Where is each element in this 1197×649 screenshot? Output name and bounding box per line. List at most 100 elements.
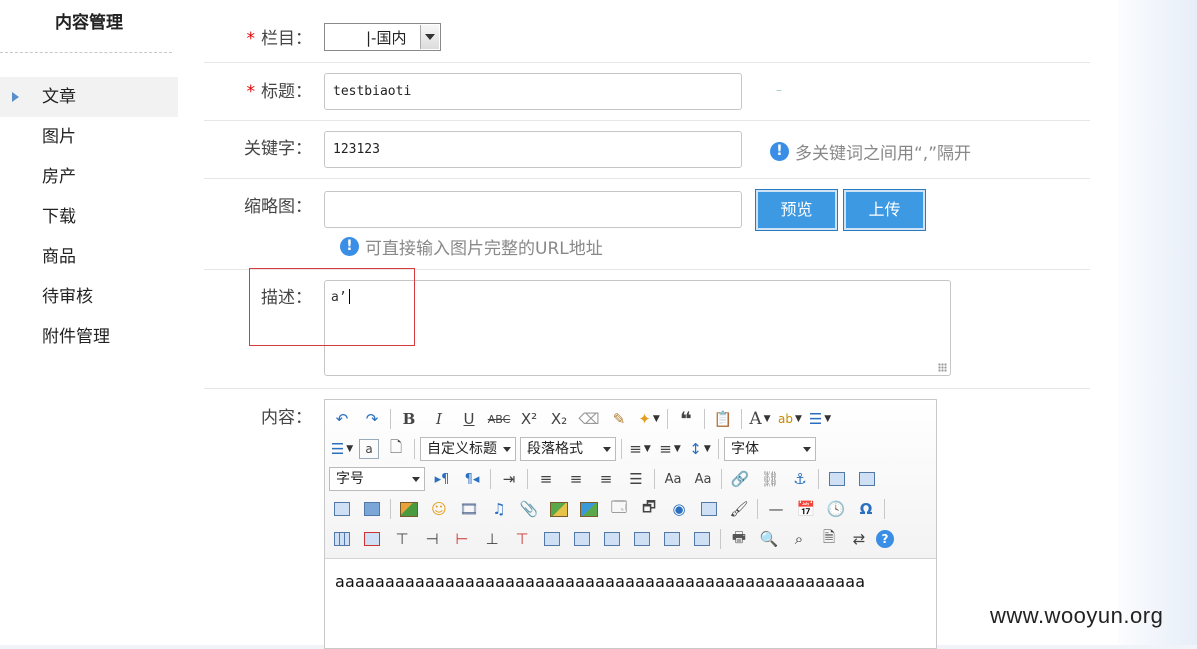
map-icon[interactable] — [546, 496, 572, 522]
rtl-direction-icon[interactable]: ¶◂ — [459, 466, 485, 492]
delete-col-icon[interactable]: ⊤ — [509, 526, 535, 552]
image-center-icon[interactable] — [329, 496, 355, 522]
gmap-icon[interactable] — [576, 496, 602, 522]
merge-cells-icon[interactable] — [539, 526, 565, 552]
sidebar-item-label: 图片 — [42, 127, 76, 147]
insert-image-icon[interactable] — [396, 496, 422, 522]
split-cells-icon[interactable] — [629, 526, 655, 552]
thumbnail-input[interactable] — [324, 191, 742, 228]
date-icon[interactable]: 📅 — [793, 496, 819, 522]
align-left-icon[interactable]: ≡ — [533, 466, 559, 492]
ltr-direction-icon[interactable]: ▸¶ — [429, 466, 455, 492]
new-document-icon[interactable]: 🗋 — [383, 436, 409, 462]
image-block-icon[interactable] — [359, 496, 385, 522]
insert-table-icon[interactable] — [329, 526, 355, 552]
keywords-label: 关键字： — [244, 139, 312, 159]
anchor-icon[interactable]: ⚓ — [787, 466, 813, 492]
sidebar-item-property[interactable]: 房产 — [0, 157, 178, 197]
align-justify-icon[interactable]: ☰ — [623, 466, 649, 492]
format-brush-icon[interactable]: ✎ — [606, 406, 632, 432]
insert-frame-icon[interactable]: 🗔 — [606, 496, 632, 522]
insert-row-icon[interactable]: ⊣ — [419, 526, 445, 552]
link-icon[interactable]: 🔗 — [727, 466, 753, 492]
unlink-icon[interactable]: ⛓ — [757, 466, 783, 492]
template-icon[interactable] — [696, 496, 722, 522]
eraser-icon[interactable]: ⌫ — [576, 406, 602, 432]
divider — [204, 178, 1090, 179]
help-icon[interactable]: ? — [876, 530, 894, 548]
font-color-icon[interactable]: A ▼ — [747, 406, 773, 432]
split-cols-icon[interactable] — [689, 526, 715, 552]
align-center-icon[interactable]: ≡ — [563, 466, 589, 492]
merge-down-icon[interactable] — [599, 526, 625, 552]
music-icon[interactable]: ♫ — [486, 496, 512, 522]
keywords-input[interactable] — [324, 131, 742, 168]
special-char-icon[interactable]: Ω — [853, 496, 879, 522]
insert-code-icon[interactable]: 🗗 — [636, 496, 662, 522]
editor-toolbar: ↶ ↷ B I U ABC X² X₂ ⌫ ✎ ✦ ▼ ❝ 📋 A ▼ ab ▼ ☰ ▼ — [325, 400, 936, 559]
preview-button[interactable]: 预览 — [755, 189, 838, 231]
print-icon[interactable]: 🖶 — [726, 526, 752, 552]
blockquote-icon[interactable]: ❝ — [673, 406, 699, 432]
text-direction-icon[interactable]: a — [359, 439, 379, 459]
image-right-icon[interactable] — [854, 466, 880, 492]
sidebar-item-product[interactable]: 商品 — [0, 237, 178, 277]
line-spacing-top-icon[interactable]: ≡ ▼ — [627, 436, 653, 462]
bold-icon[interactable]: B — [396, 406, 422, 432]
align-right-icon[interactable]: ≡ — [593, 466, 619, 492]
sidebar-item-image[interactable]: 图片 — [0, 117, 178, 157]
sidebar-item-article[interactable]: 文章 — [0, 77, 178, 117]
insert-paragraph-before-table-icon[interactable]: ⊤ — [389, 526, 415, 552]
line-height-icon[interactable]: ↕ ▼ — [687, 436, 713, 462]
scrawl-icon[interactable]: 🖌 — [726, 496, 752, 522]
emoticon-icon[interactable]: ☺ — [426, 496, 452, 522]
undo-icon[interactable]: ↶ — [329, 406, 355, 432]
image-left-icon[interactable] — [824, 466, 850, 492]
time-icon[interactable]: 🕓 — [823, 496, 849, 522]
split-rows-icon[interactable] — [659, 526, 685, 552]
page-break-icon[interactable]: ⇄ — [846, 526, 872, 552]
underline-icon[interactable]: U — [456, 406, 482, 432]
superscript-icon[interactable]: X² — [516, 406, 542, 432]
font-family-select[interactable]: 字体 — [724, 437, 816, 461]
delete-table-icon[interactable] — [359, 526, 385, 552]
italic-icon[interactable]: I — [426, 406, 452, 432]
redo-icon[interactable]: ↷ — [359, 406, 385, 432]
strikethrough-icon[interactable]: ABC — [486, 406, 512, 432]
merge-right-icon[interactable] — [569, 526, 595, 552]
preview-icon[interactable]: 🔍 — [756, 526, 782, 552]
sidebar-item-pending[interactable]: 待审核 — [0, 277, 178, 317]
paste-plain-icon[interactable]: 📋 — [710, 406, 736, 432]
sidebar-item-download[interactable]: 下载 — [0, 197, 178, 237]
paragraph-format-select[interactable]: 段落格式 — [520, 437, 616, 461]
attachment-icon[interactable]: 📎 — [516, 496, 542, 522]
insert-col-icon[interactable]: ⊥ — [479, 526, 505, 552]
title-status-mark: – — [776, 83, 782, 97]
upload-button[interactable]: 上传 — [843, 189, 926, 231]
description-textarea[interactable]: a’ — [324, 280, 951, 376]
search-replace-icon[interactable]: ⌕ — [786, 526, 812, 552]
video-icon[interactable]: 🎞 — [456, 496, 482, 522]
resize-grip-icon[interactable] — [938, 363, 947, 372]
custom-heading-select[interactable]: 自定义标题 — [420, 437, 516, 461]
font-size-select[interactable]: 字号 — [329, 467, 425, 491]
rich-text-editor[interactable]: ↶ ↷ B I U ABC X² X₂ ⌫ ✎ ✦ ▼ ❝ 📋 A ▼ ab ▼ ☰ ▼ — [324, 399, 937, 649]
ordered-list-icon[interactable]: ☰ ▼ — [807, 406, 833, 432]
delete-row-icon[interactable]: ⊢ — [449, 526, 475, 552]
highlight-icon[interactable]: ab ▼ — [777, 406, 803, 432]
column-select[interactable]: |-国内 — [324, 23, 441, 51]
uppercase-icon[interactable]: Aa — [660, 466, 686, 492]
subscript-icon[interactable]: X₂ — [546, 406, 572, 432]
webapp-icon[interactable]: ◉ — [666, 496, 692, 522]
sidebar-item-attachments[interactable]: 附件管理 — [0, 317, 178, 357]
editor-content[interactable]: aaaaaaaaaaaaaaaaaaaaaaaaaaaaaaaaaaaaaaaa… — [335, 572, 865, 591]
indent-icon[interactable]: ⇥ — [496, 466, 522, 492]
draft-icon[interactable]: 🗎 — [816, 526, 842, 552]
lowercase-icon[interactable]: Aa — [690, 466, 716, 492]
horizontal-rule-icon[interactable]: — — [763, 496, 789, 522]
unordered-list-icon[interactable]: ☰ ▼ — [329, 436, 355, 462]
sidebar-item-label: 文章 — [42, 87, 76, 107]
title-input[interactable] — [324, 73, 742, 110]
magic-wand-icon[interactable]: ✦ ▼ — [636, 406, 662, 432]
line-spacing-bottom-icon[interactable]: ≡ ▼ — [657, 436, 683, 462]
